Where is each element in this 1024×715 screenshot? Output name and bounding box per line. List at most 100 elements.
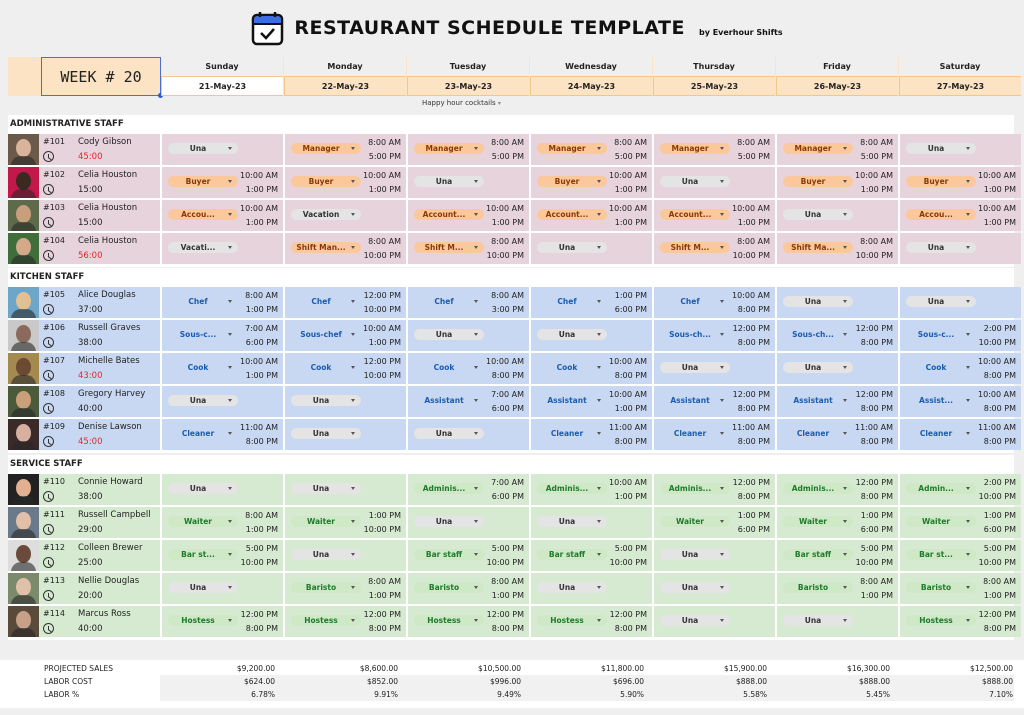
shift-cell[interactable]: Una <box>408 507 529 538</box>
role-dropdown[interactable]: Sous-c... <box>906 329 976 340</box>
shift-end[interactable]: 1:00 PM <box>369 591 401 600</box>
shift-cell[interactable]: Chef 8:00 AM 3:00 PM <box>408 287 529 318</box>
shift-start[interactable]: 8:00 AM <box>860 577 893 586</box>
shift-cell[interactable]: Hostess 12:00 PM 8:00 PM <box>900 606 1021 637</box>
shift-cell[interactable]: Waiter 8:00 AM 1:00 PM <box>162 507 283 538</box>
shift-end[interactable]: 6:00 PM <box>861 525 893 534</box>
shift-cell[interactable]: Sous-ch... 12:00 PM 8:00 PM <box>777 320 898 351</box>
role-dropdown[interactable]: Vacation <box>291 209 361 220</box>
shift-end[interactable]: 10:00 PM <box>364 525 401 534</box>
shift-end[interactable]: 8:00 PM <box>738 437 770 446</box>
shift-cell[interactable]: Chef 8:00 AM 1:00 PM <box>162 287 283 318</box>
role-dropdown[interactable]: Chef <box>414 296 484 307</box>
shift-cell[interactable]: Una <box>408 320 529 351</box>
shift-cell[interactable]: Waiter 1:00 PM 6:00 PM <box>900 507 1021 538</box>
role-dropdown[interactable]: Hostess <box>291 615 361 626</box>
shift-start[interactable]: 8:00 AM <box>983 577 1016 586</box>
shift-cell[interactable]: Chef 1:00 PM 6:00 PM <box>531 287 652 318</box>
shift-start[interactable]: 1:00 PM <box>861 511 893 520</box>
shift-cell[interactable]: Shift M... 8:00 AM 10:00 PM <box>408 233 529 264</box>
role-dropdown[interactable]: Una <box>291 395 361 406</box>
role-dropdown[interactable]: Manager <box>537 143 607 154</box>
role-dropdown[interactable]: Baristo <box>906 582 976 593</box>
role-dropdown[interactable]: Una <box>783 209 853 220</box>
role-dropdown[interactable]: Manager <box>783 143 853 154</box>
shift-cell[interactable]: Cleaner 11:00 AM 8:00 PM <box>777 419 898 450</box>
role-dropdown[interactable]: Una <box>537 242 607 253</box>
shift-cell[interactable]: Accou... 10:00 AM 1:00 PM <box>162 200 283 231</box>
shift-end[interactable]: 8:00 PM <box>492 371 524 380</box>
shift-cell[interactable]: Baristo 8:00 AM 1:00 PM <box>900 573 1021 604</box>
role-dropdown[interactable]: Cook <box>906 362 976 373</box>
shift-start[interactable]: 2:00 PM <box>984 478 1016 487</box>
shift-start[interactable]: 2:00 PM <box>984 324 1016 333</box>
shift-cell[interactable]: Una <box>777 606 898 637</box>
shift-start[interactable]: 10:00 AM <box>486 357 524 366</box>
shift-end[interactable]: 8:00 PM <box>738 305 770 314</box>
role-dropdown[interactable]: Una <box>783 362 853 373</box>
shift-cell[interactable]: Cleaner 11:00 AM 8:00 PM <box>900 419 1021 450</box>
shift-end[interactable]: 1:00 PM <box>861 185 893 194</box>
shift-end[interactable]: 8:00 PM <box>615 624 647 633</box>
role-dropdown[interactable]: Sous-c... <box>168 329 238 340</box>
shift-start[interactable]: 10:00 AM <box>609 357 647 366</box>
role-dropdown[interactable]: Una <box>291 549 361 560</box>
shift-cell[interactable]: Cook 10:00 AM 8:00 PM <box>900 353 1021 384</box>
shift-end[interactable]: 8:00 PM <box>246 437 278 446</box>
shift-start[interactable]: 8:00 AM <box>491 291 524 300</box>
role-dropdown[interactable]: Una <box>660 362 730 373</box>
happy-hour-note[interactable]: Happy hour cocktails ▾ <box>422 99 501 107</box>
shift-cell[interactable]: Baristo 8:00 AM 1:00 PM <box>285 573 406 604</box>
shift-cell[interactable]: Sous-c... 2:00 PM 10:00 PM <box>900 320 1021 351</box>
role-dropdown[interactable]: Una <box>168 483 238 494</box>
shift-cell[interactable]: Adminis... 12:00 PM 8:00 PM <box>654 474 775 505</box>
shift-cell[interactable]: Sous-ch... 12:00 PM 8:00 PM <box>654 320 775 351</box>
shift-end[interactable]: 1:00 PM <box>984 218 1016 227</box>
role-dropdown[interactable]: Sous-ch... <box>783 329 853 340</box>
shift-cell[interactable]: Assist... 10:00 AM 8:00 PM <box>900 386 1021 417</box>
shift-cell[interactable]: Una <box>531 320 652 351</box>
shift-end[interactable]: 10:00 PM <box>364 371 401 380</box>
role-dropdown[interactable]: Account... <box>660 209 730 220</box>
role-dropdown[interactable]: Assistant <box>414 395 484 406</box>
role-dropdown[interactable]: Una <box>783 615 853 626</box>
shift-start[interactable]: 10:00 AM <box>978 171 1016 180</box>
shift-cell[interactable]: Shift Man... 8:00 AM 10:00 PM <box>285 233 406 264</box>
role-dropdown[interactable]: Adminis... <box>414 483 484 494</box>
role-dropdown[interactable]: Adminis... <box>537 483 607 494</box>
role-dropdown[interactable]: Cook <box>168 362 238 373</box>
role-dropdown[interactable]: Buyer <box>168 176 238 187</box>
shift-cell[interactable]: Buyer 10:00 AM 1:00 PM <box>777 167 898 198</box>
shift-cell[interactable]: Waiter 1:00 PM 10:00 PM <box>285 507 406 538</box>
shift-start[interactable]: 12:00 PM <box>856 390 893 399</box>
shift-end[interactable]: 8:00 PM <box>738 338 770 347</box>
role-dropdown[interactable]: Bar st... <box>168 549 238 560</box>
shift-start[interactable]: 10:00 AM <box>609 171 647 180</box>
shift-end[interactable]: 1:00 PM <box>246 218 278 227</box>
role-dropdown[interactable]: Vacati... <box>168 242 238 253</box>
shift-cell[interactable]: Manager 8:00 AM 5:00 PM <box>654 134 775 165</box>
shift-cell[interactable]: Accou... 10:00 AM 1:00 PM <box>900 200 1021 231</box>
shift-start[interactable]: 8:00 AM <box>368 138 401 147</box>
shift-start[interactable]: 12:00 PM <box>364 357 401 366</box>
shift-end[interactable]: 1:00 PM <box>492 218 524 227</box>
shift-start[interactable]: 5:00 PM <box>984 544 1016 553</box>
role-dropdown[interactable]: Assist... <box>906 395 976 406</box>
shift-cell[interactable]: Cook 10:00 AM 8:00 PM <box>408 353 529 384</box>
role-dropdown[interactable]: Una <box>537 516 607 527</box>
shift-start[interactable]: 8:00 AM <box>491 577 524 586</box>
role-dropdown[interactable]: Waiter <box>660 516 730 527</box>
role-dropdown[interactable]: Assistant <box>783 395 853 406</box>
role-dropdown[interactable]: Una <box>783 296 853 307</box>
shift-start[interactable]: 10:00 AM <box>609 204 647 213</box>
role-dropdown[interactable]: Shift Man... <box>291 242 361 253</box>
role-dropdown[interactable]: Una <box>906 242 976 253</box>
shift-cell[interactable]: Chef 10:00 AM 8:00 PM <box>654 287 775 318</box>
shift-end[interactable]: 1:00 PM <box>615 218 647 227</box>
shift-end[interactable]: 10:00 PM <box>241 558 278 567</box>
shift-start[interactable]: 10:00 AM <box>855 171 893 180</box>
shift-start[interactable]: 12:00 PM <box>733 324 770 333</box>
shift-start[interactable]: 7:00 AM <box>491 390 524 399</box>
shift-cell[interactable]: Hostess 12:00 PM 8:00 PM <box>162 606 283 637</box>
shift-end[interactable]: 8:00 PM <box>492 624 524 633</box>
